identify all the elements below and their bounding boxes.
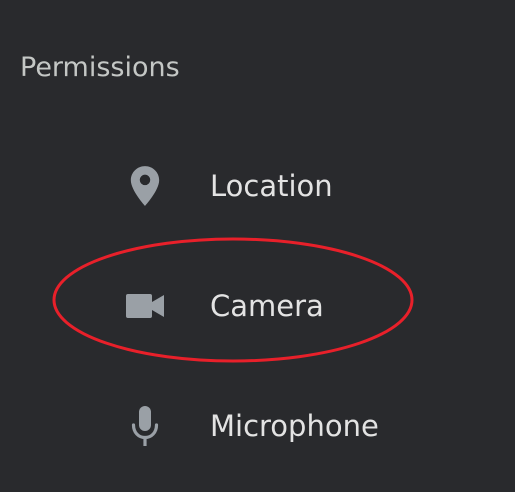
permission-item-microphone[interactable]: Microphone <box>0 376 515 476</box>
permission-item-camera[interactable]: Camera <box>0 256 515 356</box>
microphone-icon <box>120 401 170 451</box>
section-title: Permissions <box>20 52 180 83</box>
permission-label-camera: Camera <box>210 289 324 323</box>
location-pin-icon <box>120 161 170 211</box>
videocam-icon <box>120 281 170 331</box>
permission-item-location[interactable]: Location <box>0 136 515 236</box>
permission-label-microphone: Microphone <box>210 409 379 443</box>
permission-label-location: Location <box>210 169 333 203</box>
